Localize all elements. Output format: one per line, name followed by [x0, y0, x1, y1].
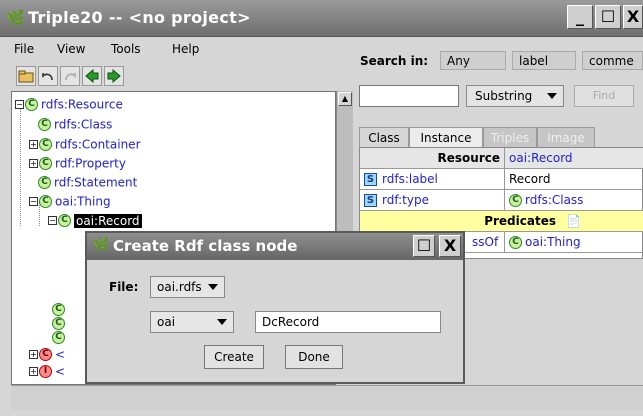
search-input[interactable] [359, 85, 459, 107]
redo-icon [65, 73, 76, 81]
chevron-down-icon [208, 284, 218, 290]
class-icon: C [39, 348, 52, 361]
collapse-icon: − [48, 216, 57, 225]
dialog-close-button[interactable]: X [439, 235, 461, 257]
class-icon: C [38, 118, 51, 131]
tab-triples[interactable]: Triples [483, 127, 537, 147]
status-bar [11, 385, 643, 410]
namespace-select[interactable]: oai [150, 311, 234, 333]
match-mode-select[interactable]: Substring [466, 85, 564, 107]
redo-button[interactable] [60, 66, 80, 86]
scope-label[interactable]: label [512, 51, 576, 70]
scope-any[interactable]: Any [440, 51, 506, 70]
search-in-label: Search in: [360, 54, 429, 68]
tree-node[interactable]: C [52, 328, 68, 346]
class-icon: C [39, 138, 52, 151]
slot-icon: S [364, 194, 377, 207]
table-row[interactable]: Srdf:type Crdfs:Class [360, 190, 643, 211]
class-icon: C [25, 98, 38, 111]
folder-icon [18, 70, 34, 83]
find-button[interactable]: Find [574, 85, 634, 107]
tree-node[interactable]: + I < [29, 362, 65, 380]
expand-icon: + [29, 140, 38, 149]
app-logo-icon: 🌿 [6, 9, 25, 27]
done-button[interactable]: Done [285, 345, 343, 369]
collapse-icon: − [15, 100, 24, 109]
expand-icon: + [29, 159, 38, 168]
class-icon: C [58, 214, 71, 227]
file-select[interactable]: oai.rdfs [150, 276, 225, 298]
file-label: File: [109, 280, 139, 294]
window-title: Triple20 -- <no project> [28, 8, 251, 27]
tree-node-selected[interactable]: − Coai:Record [48, 211, 142, 229]
class-name-input[interactable]: DcRecord [255, 311, 441, 333]
green-left-arrow-icon [85, 69, 99, 83]
document-icon: 📄 [566, 214, 581, 228]
forward-button[interactable] [104, 66, 124, 86]
maximize-button[interactable]: ☐ [595, 5, 621, 29]
expand-icon: + [29, 350, 38, 359]
tree-node[interactable]: + Crdf:Property [29, 154, 126, 172]
close-button[interactable]: X [623, 5, 643, 29]
slot-icon: S [364, 173, 377, 186]
app-logo-icon: 🌿 [93, 238, 110, 253]
create-button[interactable]: Create [204, 345, 264, 369]
main-titlebar[interactable]: 🌿 Triple20 -- <no project> _ ☐ X [0, 0, 643, 37]
tree-node[interactable]: − Coai:Thing [29, 192, 111, 210]
table-header-row: Resource oai:Record [360, 148, 643, 169]
tree-node[interactable]: Crdf:Statement [38, 173, 137, 191]
chevron-down-icon [547, 93, 557, 99]
tab-instance[interactable]: Instance [409, 127, 483, 147]
tree-node[interactable]: + C < [29, 345, 65, 363]
undo-button[interactable] [38, 66, 58, 86]
tree-node[interactable]: + Crdfs:Container [29, 135, 141, 153]
chevron-down-icon [217, 319, 227, 325]
back-button[interactable] [82, 66, 102, 86]
minimize-button[interactable]: _ [567, 5, 593, 29]
green-right-arrow-icon [107, 69, 121, 83]
class-icon: C [39, 195, 52, 208]
create-class-dialog[interactable]: 🌿 Create Rdf class node ☐ X File: oai.rd… [85, 231, 465, 384]
scope-comment[interactable]: comme [582, 51, 643, 70]
dialog-titlebar[interactable]: 🌿 Create Rdf class node ☐ X [87, 233, 463, 260]
class-icon: C [39, 157, 52, 170]
class-icon: C [38, 176, 51, 189]
predicates-header-row: Predicates 📄 [360, 211, 643, 232]
dialog-title: Create Rdf class node [113, 237, 298, 255]
individual-icon: I [39, 365, 52, 378]
class-icon: C [52, 331, 65, 344]
undo-icon [42, 73, 53, 81]
table-row[interactable]: Srdfs:label Record [360, 169, 643, 190]
class-icon: C [509, 236, 522, 249]
collapse-icon: − [29, 197, 38, 206]
tab-class[interactable]: Class [359, 127, 409, 147]
open-folder-button[interactable] [16, 66, 36, 86]
tree-node[interactable]: − Crdfs:Resource [15, 95, 123, 113]
expand-icon: + [29, 367, 38, 376]
tab-image[interactable]: Image [537, 127, 595, 147]
tree-node[interactable]: Crdfs:Class [38, 115, 112, 133]
scroll-up-button[interactable]: ▲ [338, 92, 352, 106]
dialog-maximize-button[interactable]: ☐ [413, 235, 435, 257]
class-icon: C [509, 194, 522, 207]
